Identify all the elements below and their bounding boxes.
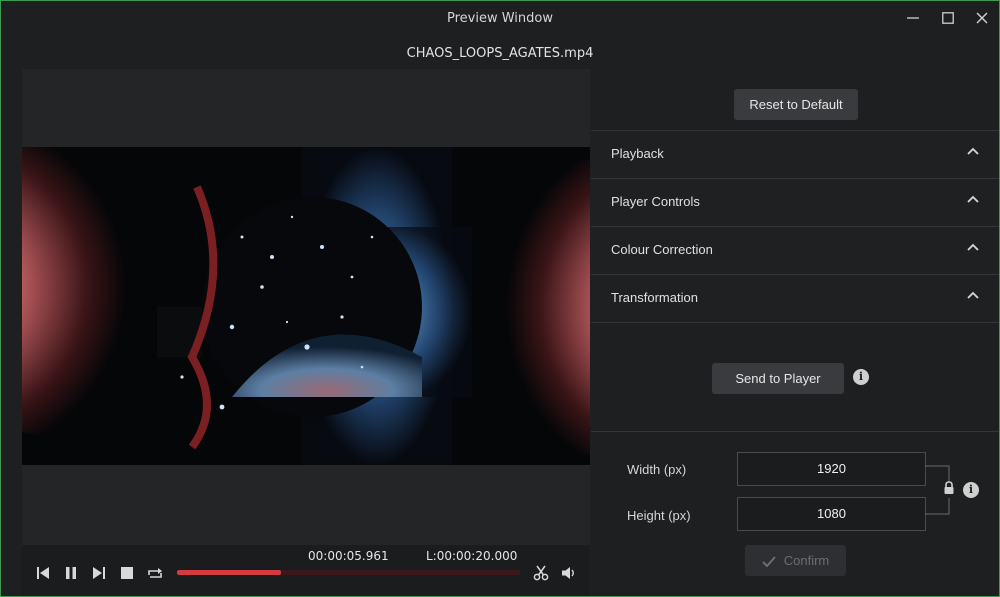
current-time: 00:00:05.961	[308, 549, 389, 563]
total-length: L:00:00:20.000	[426, 549, 518, 563]
settings-panel: Reset to Default Playback Player Control…	[591, 69, 999, 596]
width-input[interactable]: 1920	[737, 452, 926, 486]
dimension-info-icon[interactable]: i	[963, 482, 979, 498]
stop-icon	[121, 567, 133, 579]
section-player-controls[interactable]: Player Controls	[591, 178, 999, 226]
window-title: Preview Window	[447, 11, 553, 26]
maximize-button[interactable]	[933, 7, 963, 29]
loop-icon	[148, 568, 162, 578]
player-controls-bar: 00:00:05.961 L:00:00:20.000	[22, 545, 590, 596]
divider	[591, 431, 999, 432]
skip-back-icon	[37, 567, 49, 579]
chevron-up-icon	[967, 195, 979, 203]
video-preview-pane	[22, 69, 590, 545]
minimize-icon	[907, 17, 919, 19]
trim-button[interactable]	[532, 564, 550, 582]
pause-button[interactable]	[62, 564, 80, 582]
video-frame-image	[22, 147, 590, 465]
maximize-icon	[942, 12, 954, 24]
section-playback[interactable]: Playback	[591, 130, 999, 178]
section-label: Colour Correction	[611, 242, 713, 257]
section-transformation[interactable]: Transformation	[591, 274, 999, 323]
volume-button[interactable]	[560, 564, 578, 582]
title-bar: Preview Window	[1, 1, 999, 37]
loop-button[interactable]	[146, 564, 164, 582]
send-to-player-button[interactable]: Send to Player	[712, 363, 844, 394]
check-icon	[762, 556, 776, 568]
chevron-up-icon	[967, 291, 979, 299]
pause-icon	[66, 567, 76, 579]
section-label: Player Controls	[611, 194, 700, 209]
video-frame[interactable]	[22, 147, 590, 465]
height-label: Height (px)	[627, 508, 691, 523]
minimize-button[interactable]	[898, 7, 928, 29]
chevron-up-icon	[967, 243, 979, 251]
progress-bar[interactable]	[177, 570, 520, 575]
lock-icon[interactable]	[943, 481, 955, 495]
reset-to-default-button[interactable]: Reset to Default	[734, 89, 858, 120]
close-button[interactable]	[967, 7, 997, 29]
section-colour-correction[interactable]: Colour Correction	[591, 226, 999, 274]
preview-window: Preview Window CHAOS_LOOPS_AGATES.mp4 00…	[0, 0, 1000, 597]
file-name: CHAOS_LOOPS_AGATES.mp4	[406, 46, 594, 61]
progress-fill	[177, 570, 281, 575]
skip-forward-button[interactable]	[90, 564, 108, 582]
scissors-icon	[533, 565, 549, 581]
send-info-icon[interactable]: i	[853, 369, 869, 385]
skip-forward-icon	[93, 567, 105, 579]
chevron-up-icon	[967, 147, 979, 155]
height-input[interactable]: 1080	[737, 497, 926, 531]
close-icon	[976, 12, 988, 24]
confirm-label: Confirm	[783, 553, 830, 568]
stop-button[interactable]	[118, 564, 136, 582]
width-label: Width (px)	[627, 462, 687, 477]
volume-icon	[562, 567, 574, 579]
section-label: Playback	[611, 146, 664, 161]
confirm-button[interactable]: Confirm	[745, 545, 846, 576]
skip-back-button[interactable]	[34, 564, 52, 582]
section-label: Transformation	[611, 290, 698, 305]
